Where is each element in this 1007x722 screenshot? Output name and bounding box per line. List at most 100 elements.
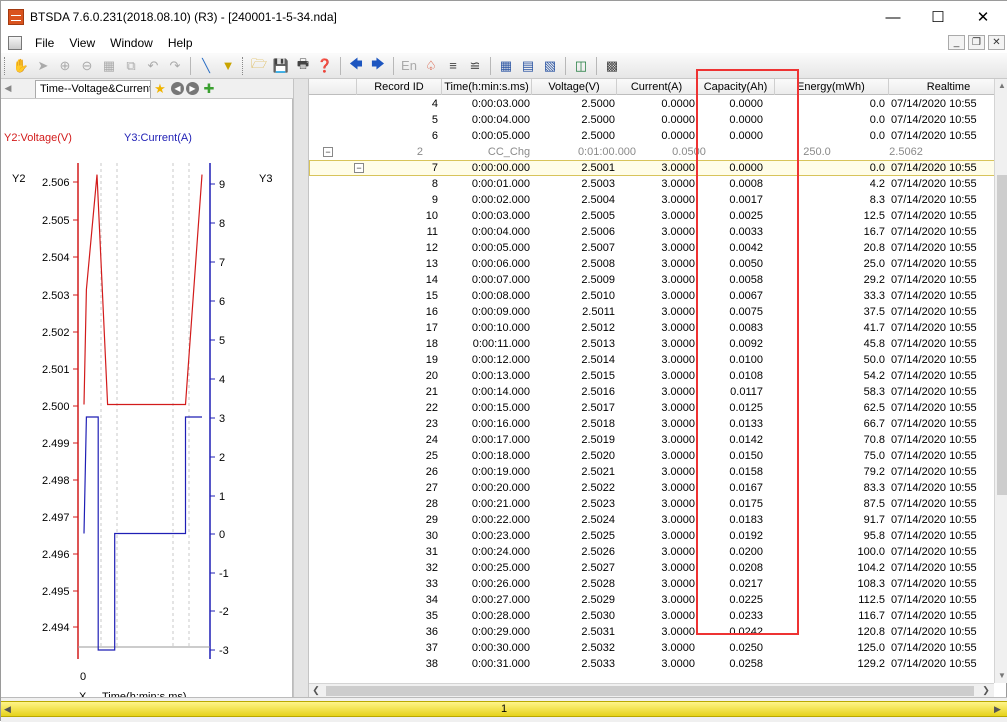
table-row[interactable]: 10 0:00:03.000 2.5005 3.0000 0.0025 12.5 07/14…: [309, 208, 994, 224]
mdi-close-button[interactable]: ✕: [988, 35, 1005, 50]
table-row[interactable]: 27 0:00:20.000 2.5022 3.0000 0.0167 83.3 07/14…: [309, 480, 994, 496]
table-row[interactable]: 20 0:00:13.000 2.5015 3.0000 0.0108 54.2 07/14…: [309, 368, 994, 384]
table-row[interactable]: 4 0:00:03.000 2.5000 0.0000 0.0000 0.0 07/14/2…: [309, 96, 994, 112]
forward-arrow-icon[interactable]: 🡆: [368, 56, 388, 76]
table-row[interactable]: 35 0:00:28.000 2.5030 3.0000 0.0233 116.7 07/1…: [309, 608, 994, 624]
table-row[interactable]: 29 0:00:22.000 2.5024 3.0000 0.0183 91.7 07/14…: [309, 512, 994, 528]
close-button[interactable]: ✕: [960, 1, 1006, 33]
excel-export-icon[interactable]: ◫: [571, 56, 591, 76]
back-arrow-icon[interactable]: 🡄: [346, 56, 366, 76]
scroll-right-icon[interactable]: ❯: [979, 684, 993, 698]
table-row[interactable]: 9 0:00:02.000 2.5004 3.0000 0.0017 8.3 07/14/2…: [309, 192, 994, 208]
table-row[interactable]: 6 0:00:05.000 2.5000 0.0000 0.0000 0.0 07/14/2…: [309, 128, 994, 144]
navigator-left-icon[interactable]: ◀: [4, 702, 11, 717]
column-header-record-id[interactable]: Record ID: [357, 79, 442, 95]
scroll-down-icon[interactable]: ▼: [995, 669, 1007, 683]
document-icon[interactable]: [8, 36, 22, 50]
table-row[interactable]: 17 0:00:10.000 2.5012 3.0000 0.0083 41.7 07/14…: [309, 320, 994, 336]
table-row[interactable]: 38 0:00:31.000 2.5033 3.0000 0.0258 129.2 07/1…: [309, 656, 994, 672]
pointer-icon[interactable]: ➤: [33, 56, 53, 76]
record-navigator-bar[interactable]: ◀ 1 ▶: [1, 701, 1007, 717]
mdi-minimize-button[interactable]: _: [948, 35, 965, 50]
measure-line-icon[interactable]: ╲: [196, 56, 216, 76]
table-row[interactable]: 16 0:00:09.000 2.5011 3.0000 0.0075 37.5 07/14…: [309, 304, 994, 320]
grid-settings-icon[interactable]: ▩: [602, 56, 622, 76]
zoom-in-icon[interactable]: ⊕: [55, 56, 75, 76]
time-voltage-current-chart[interactable]: Y2:Voltage(V) Y3:Current(A) Y2 Y3 2.506 2.505…: [1, 99, 293, 697]
toolbar-grip[interactable]: [4, 56, 7, 75]
vertical-scroll-thumb[interactable]: [997, 175, 1007, 495]
redo-icon[interactable]: ↷: [165, 56, 185, 76]
table-row[interactable]: 13 0:00:06.000 2.5008 3.0000 0.0050 25.0 07/14…: [309, 256, 994, 272]
copy-chart-icon[interactable]: ⧉: [121, 56, 141, 76]
table-row[interactable]: 32 0:00:25.000 2.5027 3.0000 0.0208 104.2 07/1…: [309, 560, 994, 576]
table-row[interactable]: 34 0:00:27.000 2.5029 3.0000 0.0225 112.5 07/1…: [309, 592, 994, 608]
list-filter-icon[interactable]: ≌: [465, 56, 485, 76]
column-header-capacity[interactable]: Capacity(Ah): [697, 79, 775, 95]
table-row[interactable]: 26 0:00:19.000 2.5021 3.0000 0.0158 79.2 07/14…: [309, 464, 994, 480]
table-row[interactable]: 28 0:00:21.000 2.5023 3.0000 0.0175 87.5 07/14…: [309, 496, 994, 512]
add-chart-icon[interactable]: ✚: [200, 79, 218, 99]
zoom-out-icon[interactable]: ⊖: [77, 56, 97, 76]
toolbar-grip[interactable]: [242, 56, 245, 75]
table-row[interactable]: 11 0:00:04.000 2.5006 3.0000 0.0033 16.7 07/14…: [309, 224, 994, 240]
table-row[interactable]: 30 0:00:23.000 2.5025 3.0000 0.0192 95.8 07/14…: [309, 528, 994, 544]
table-row[interactable]: 19 0:00:12.000 2.5014 3.0000 0.0100 50.0 07/14…: [309, 352, 994, 368]
horizontal-scrollbar[interactable]: ❮ ❯: [309, 683, 994, 697]
scroll-up-icon[interactable]: ▲: [995, 79, 1007, 93]
table-row[interactable]: 23 0:00:16.000 2.5018 3.0000 0.0133 66.7 07/14…: [309, 416, 994, 432]
help-icon[interactable]: ❓: [315, 56, 335, 76]
panel-splitter[interactable]: [293, 79, 309, 697]
undo-icon[interactable]: ↶: [143, 56, 163, 76]
menu-help[interactable]: Help: [161, 36, 201, 50]
favorite-star-icon[interactable]: ★: [152, 79, 168, 99]
table-detail-icon[interactable]: ▤: [518, 56, 538, 76]
print-icon[interactable]: 🖶: [293, 56, 313, 76]
collapse-cycle-icon[interactable]: −: [354, 163, 364, 173]
scroll-left-icon[interactable]: ❮: [309, 684, 323, 698]
column-header-time[interactable]: Time(h:min:s.ms): [442, 79, 532, 95]
column-header-current[interactable]: Current(A): [617, 79, 697, 95]
maximize-button[interactable]: ☐: [915, 1, 961, 33]
vertical-scrollbar[interactable]: ▲ ▼: [994, 79, 1007, 683]
menu-file[interactable]: File: [28, 36, 62, 50]
tab-next-icon[interactable]: ▶: [186, 82, 199, 95]
list-sort-icon[interactable]: ≡: [443, 56, 463, 76]
pin-icon[interactable]: ♤: [421, 56, 441, 76]
tab-scroll-left-icon[interactable]: ◀: [1, 83, 15, 94]
step-row[interactable]: − 2 CC_Chg 0:01:00.000 0.0500 250.0 2.5062: [309, 144, 994, 160]
horizontal-scroll-thumb[interactable]: [326, 686, 974, 696]
table-view-icon[interactable]: ▦: [496, 56, 516, 76]
table-row[interactable]: 37 0:00:30.000 2.5032 3.0000 0.0250 125.0 07/1…: [309, 640, 994, 656]
table-row[interactable]: 18 0:00:11.000 2.5013 3.0000 0.0092 45.8 07/14…: [309, 336, 994, 352]
table-row[interactable]: 24 0:00:17.000 2.5019 3.0000 0.0142 70.8 07/14…: [309, 432, 994, 448]
navigator-right-icon[interactable]: ▶: [994, 702, 1001, 717]
mdi-restore-button[interactable]: ❐: [968, 35, 985, 50]
table-row[interactable]: 14 0:00:07.000 2.5009 3.0000 0.0058 29.2 07/14…: [309, 272, 994, 288]
language-icon[interactable]: En: [399, 56, 419, 76]
minimize-button[interactable]: —: [870, 1, 916, 33]
column-header-realtime[interactable]: Realtime: [889, 79, 994, 95]
table-row[interactable]: 22 0:00:15.000 2.5017 3.0000 0.0125 62.5 07/14…: [309, 400, 994, 416]
hand-pan-icon[interactable]: ✋: [11, 56, 31, 76]
reset-view-icon[interactable]: ▦: [99, 56, 119, 76]
table-row[interactable]: 25 0:00:18.000 2.5020 3.0000 0.0150 75.0 07/14…: [309, 448, 994, 464]
tab-prev-icon[interactable]: ◀: [171, 82, 184, 95]
save-icon[interactable]: 💾: [271, 56, 291, 76]
menu-view[interactable]: View: [62, 36, 103, 50]
table-row[interactable]: 33 0:00:26.000 2.5028 3.0000 0.0217 108.3 07/1…: [309, 576, 994, 592]
table-row[interactable]: 5 0:00:04.000 2.5000 0.0000 0.0000 0.0 07/14/2…: [309, 112, 994, 128]
table-compact-icon[interactable]: ▧: [540, 56, 560, 76]
column-header-energy[interactable]: Energy(mWh): [775, 79, 889, 95]
table-row[interactable]: 8 0:00:01.000 2.5003 3.0000 0.0008 4.2 07/14/2…: [309, 176, 994, 192]
table-row[interactable]: 12 0:00:05.000 2.5007 3.0000 0.0042 20.8 07/14…: [309, 240, 994, 256]
table-row[interactable]: 7 0:00:00.000 2.5001 3.0000 0.0000 0.0 07/14/2…: [309, 160, 994, 176]
column-header-voltage[interactable]: Voltage(V): [532, 79, 617, 95]
table-row[interactable]: 36 0:00:29.000 2.5031 3.0000 0.0242 120.8 07/1…: [309, 624, 994, 640]
tab-time-voltage-current[interactable]: Time--Voltage&Current: [35, 79, 151, 98]
table-row[interactable]: 21 0:00:14.000 2.5016 3.0000 0.0117 58.3 07/14…: [309, 384, 994, 400]
table-row[interactable]: 15 0:00:08.000 2.5010 3.0000 0.0067 33.3 07/14…: [309, 288, 994, 304]
menu-window[interactable]: Window: [103, 36, 161, 50]
collapse-step-icon[interactable]: −: [323, 147, 333, 157]
filter-icon[interactable]: ▼: [218, 56, 238, 76]
